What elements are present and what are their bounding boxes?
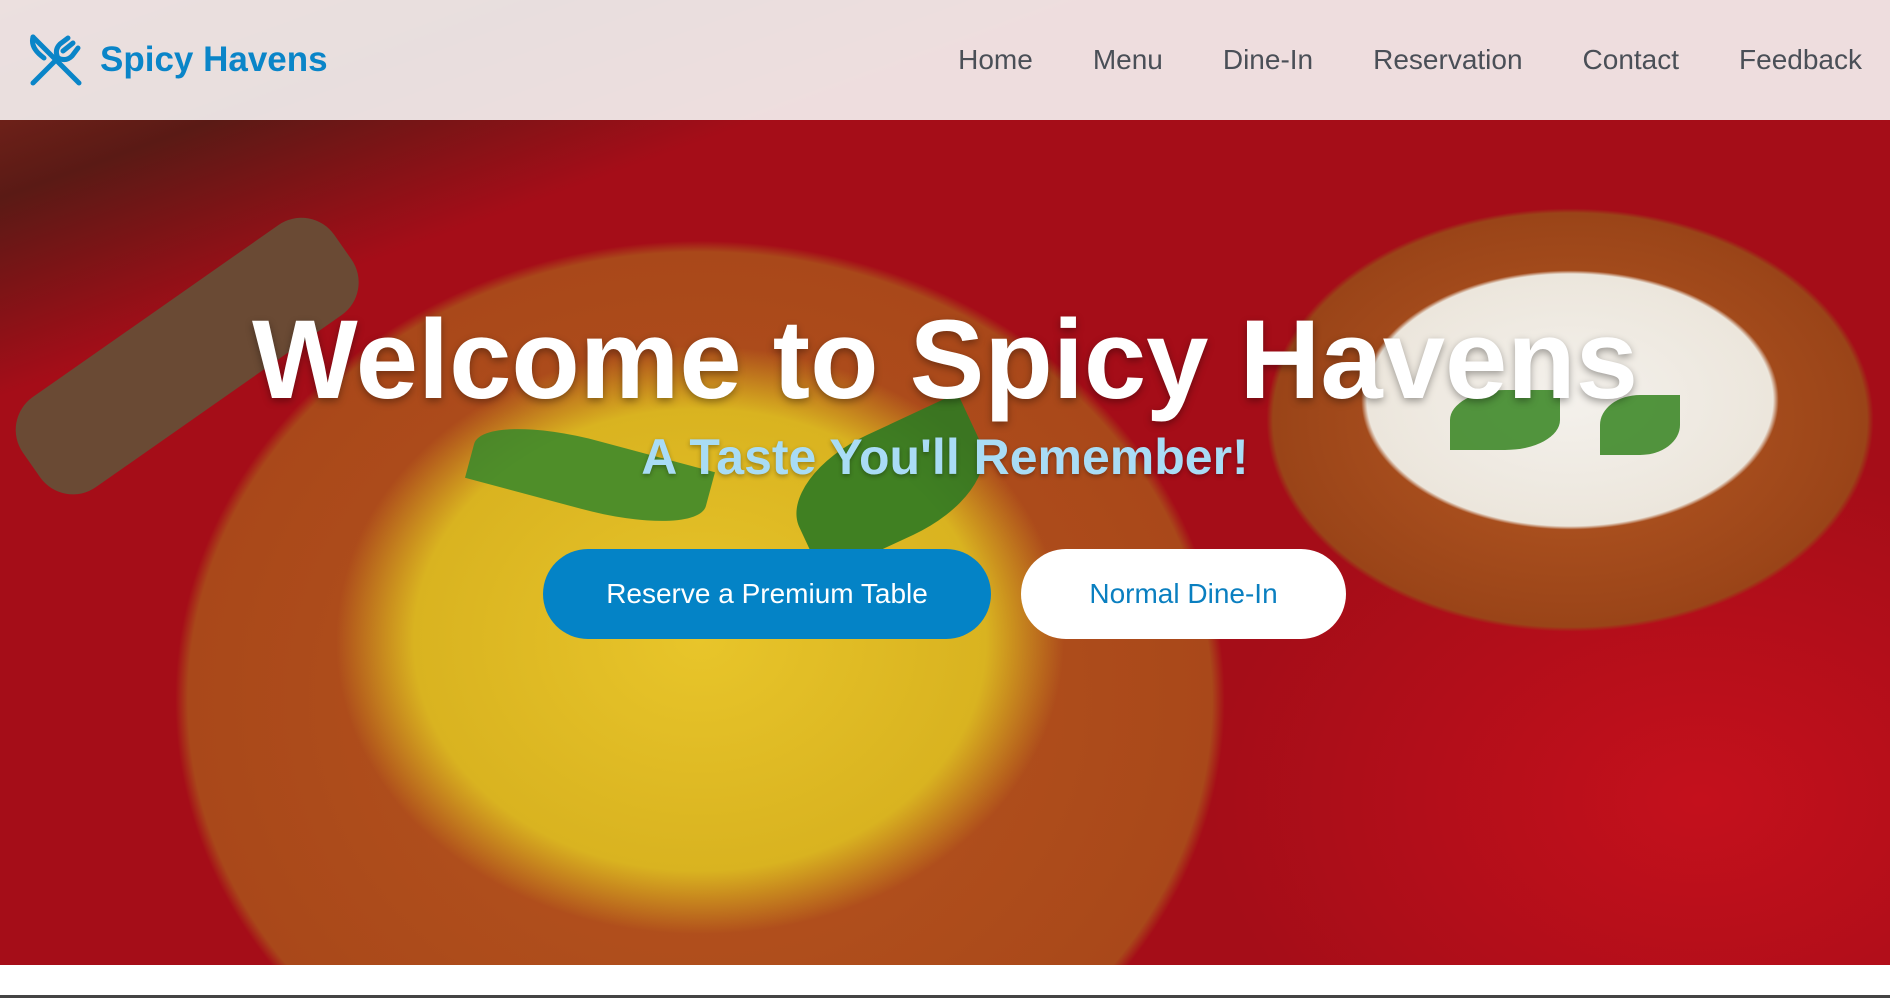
hero-title: Welcome to Spicy Havens: [252, 297, 1638, 422]
nav-feedback[interactable]: Feedback: [1739, 44, 1862, 76]
nav-menu: Home Menu Dine-In Reservation Contact Fe…: [958, 0, 1862, 120]
nav-menu-link[interactable]: Menu: [1093, 44, 1163, 76]
hero-subtitle: A Taste You'll Remember!: [641, 429, 1249, 485]
normal-dine-in-button[interactable]: Normal Dine-In: [1021, 549, 1346, 639]
brand-name: Spicy Havens: [100, 40, 328, 79]
nav-reservation[interactable]: Reservation: [1373, 44, 1522, 76]
reserve-premium-table-button[interactable]: Reserve a Premium Table: [543, 549, 991, 639]
nav-home[interactable]: Home: [958, 44, 1033, 76]
nav-contact[interactable]: Contact: [1583, 44, 1680, 76]
navbar: Spicy Havens Home Menu Dine-In Reservati…: [0, 0, 1890, 120]
brand-logo[interactable]: Spicy Havens: [28, 32, 328, 88]
nav-dine-in[interactable]: Dine-In: [1223, 44, 1313, 76]
utensils-icon: [30, 34, 82, 86]
